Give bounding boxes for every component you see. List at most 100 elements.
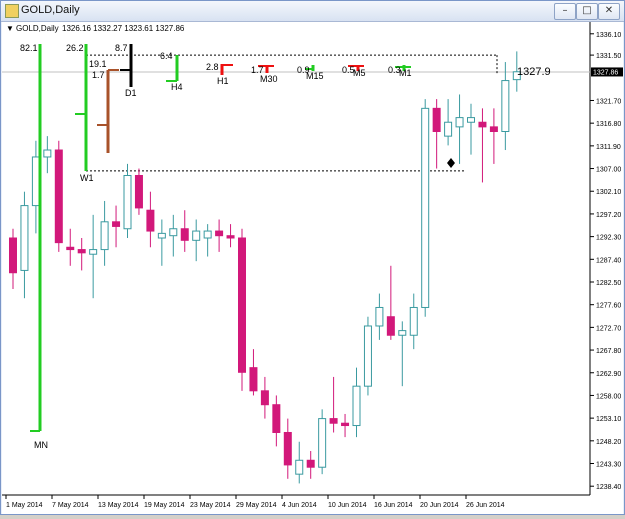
- timeframe-bars: [30, 44, 411, 432]
- candle-body: [444, 121, 453, 137]
- price-tick-label: 1302.10: [596, 189, 621, 196]
- tf-label-mn: MN: [34, 440, 48, 450]
- tf-value-w1: 26.2: [66, 43, 84, 53]
- candle-body: [363, 325, 372, 387]
- chart-ohlc-readout: 1326.16 1332.27 1323.61 1327.86: [62, 24, 185, 33]
- price-tick-label: 1307.00: [596, 167, 621, 174]
- time-tick-label: 20 Jun 2014: [420, 502, 459, 509]
- tf-label-m30: M30: [260, 74, 278, 84]
- tf-label-h4: H4: [171, 82, 183, 92]
- price-tick-label: 1287.40: [596, 257, 621, 264]
- tf-value-d1: 8.7: [115, 43, 128, 53]
- candle-body: [203, 230, 212, 239]
- time-tick-label: 4 Jun 2014: [282, 502, 317, 509]
- window-titlebar[interactable]: GOLD,Daily – □ ✕: [1, 1, 624, 22]
- candle-body: [66, 246, 75, 251]
- price-tag: 1327.9: [517, 66, 551, 78]
- price-tick-label: 1262.90: [596, 371, 621, 378]
- tf-label-w1: W1: [80, 173, 94, 183]
- price-tick-label: 1292.30: [596, 235, 621, 242]
- candle-body: [421, 107, 430, 308]
- minimize-button[interactable]: –: [554, 3, 576, 20]
- tf-sub1-w1: 19.1: [89, 59, 107, 69]
- candle-body: [501, 80, 510, 133]
- chart-area[interactable]: ▼ GOLD,Daily 1326.16 1332.27 1323.61 132…: [2, 22, 623, 514]
- chart-header-marker[interactable]: ▼: [6, 24, 14, 33]
- candle-body: [146, 209, 155, 232]
- tf-value-h1: 2.8: [206, 62, 219, 72]
- price-tick-label: 1243.30: [596, 462, 621, 469]
- candle-body: [238, 237, 246, 373]
- price-tick-label: 1253.10: [596, 416, 621, 423]
- candle-body: [157, 232, 166, 239]
- price-tick-label: 1321.70: [596, 98, 621, 105]
- candle-body: [489, 126, 498, 133]
- price-tick-label: 1336.10: [596, 32, 621, 39]
- candle-body: [478, 121, 487, 128]
- candle-body: [295, 459, 304, 475]
- candle-body: [386, 316, 395, 336]
- candle-body: [432, 107, 441, 133]
- price-tick-label: 1277.60: [596, 303, 621, 310]
- time-tick-label: 13 May 2014: [98, 502, 139, 509]
- time-tick-label: 26 Jun 2014: [466, 502, 505, 509]
- price-tick-label: 1267.80: [596, 348, 621, 355]
- candle-body: [112, 221, 121, 227]
- candle-body: [329, 418, 338, 424]
- candlestick-chart[interactable]: ▼ GOLD,Daily 1326.16 1332.27 1323.61 132…: [2, 22, 623, 514]
- candle-body: [318, 418, 327, 468]
- candle-body: [249, 367, 258, 392]
- time-tick-label: 1 May 2014: [6, 502, 43, 509]
- tf-value-h4: 6.4: [160, 51, 173, 61]
- candle-body: [192, 230, 201, 241]
- price-axis: 1336.10 1331.50 1321.70 1316.80 1311.90 1307.…: [590, 32, 621, 491]
- candle-body: [43, 149, 52, 158]
- candle-body: [467, 117, 475, 123]
- candle-body: [341, 422, 350, 427]
- current-price-label: 1327.86: [593, 69, 618, 76]
- tf-value-mn: 82.1: [20, 43, 38, 53]
- window-title: GOLD,Daily: [21, 4, 80, 16]
- price-tick-label: 1248.20: [596, 439, 621, 446]
- price-tick-label: 1311.90: [596, 144, 621, 151]
- candle-body: [89, 249, 98, 255]
- candle-body: [398, 330, 407, 336]
- time-tick-label: 10 Jun 2014: [328, 502, 367, 509]
- candle-body: [306, 459, 315, 468]
- tf-label-m15: M15: [306, 71, 324, 81]
- close-button[interactable]: ✕: [598, 3, 620, 20]
- candle-body: [215, 230, 224, 237]
- chart-window: GOLD,Daily – □ ✕ ▼ GOLD,Daily 1326.16 13…: [0, 0, 625, 515]
- candle-body: [134, 174, 143, 209]
- candle-body: [169, 228, 178, 237]
- candle-body: [9, 237, 17, 274]
- candle-body: [77, 249, 86, 254]
- tf-label-m5: M5: [353, 68, 366, 78]
- price-tick-label: 1297.20: [596, 212, 621, 219]
- price-tick-label: 1272.70: [596, 325, 621, 332]
- time-tick-label: 19 May 2014: [144, 502, 185, 509]
- candle-body: [352, 385, 361, 427]
- candle-body: [283, 431, 292, 466]
- candle-body: [455, 117, 464, 128]
- diamond-marker-icon: [447, 158, 455, 168]
- tf-sub2-w1: 1.7: [92, 70, 105, 80]
- candle-body: [123, 174, 132, 230]
- candle-body: [409, 306, 418, 336]
- tf-label-d1: D1: [125, 88, 137, 98]
- candle-body: [375, 306, 384, 327]
- chart-symbol-label: GOLD,Daily: [16, 24, 59, 33]
- price-tick-label: 1331.50: [596, 53, 621, 60]
- candle-body: [272, 404, 281, 433]
- price-tick-label: 1282.50: [596, 280, 621, 287]
- time-tick-label: 29 May 2014: [236, 502, 277, 509]
- tf-label-m1: M1: [399, 68, 412, 78]
- tf-label-h1: H1: [217, 76, 229, 86]
- maximize-button[interactable]: □: [576, 3, 598, 20]
- candle-body: [54, 149, 63, 244]
- chart-app-icon: [5, 4, 19, 18]
- time-tick-label: 16 Jun 2014: [374, 502, 413, 509]
- candle-body: [31, 156, 40, 207]
- time-axis: 1 May 2014 7 May 2014 13 May 2014 19 May 20…: [5, 495, 505, 509]
- price-tick-label: 1238.40: [596, 484, 621, 491]
